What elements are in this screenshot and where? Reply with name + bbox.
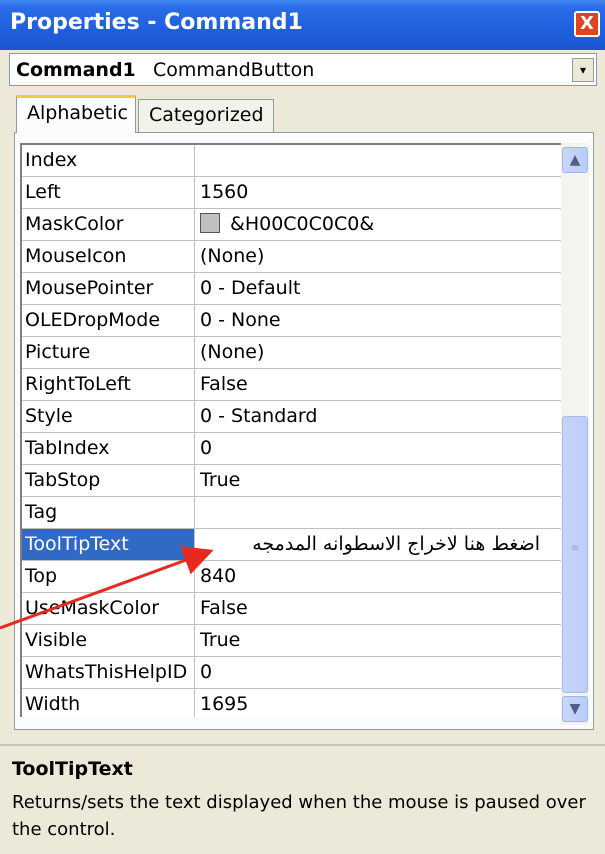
property-value[interactable]: 0 - None bbox=[200, 305, 281, 336]
property-name[interactable]: MouseIcon bbox=[22, 241, 195, 272]
property-value[interactable]: 0 - Standard bbox=[200, 401, 317, 432]
property-grid: Index Left 1560 MaskColor &H00C0C0C0& MouseIc… bbox=[20, 143, 561, 717]
property-row[interactable]: Style 0 - Standard bbox=[22, 401, 561, 433]
property-row[interactable]: MaskColor &H00C0C0C0& bbox=[22, 209, 561, 241]
property-row[interactable]: Picture (None) bbox=[22, 337, 561, 369]
tab-alphabetic[interactable]: Alphabetic bbox=[16, 95, 136, 133]
property-name[interactable]: WhatsThisHelpID bbox=[22, 657, 195, 688]
description-pane: ToolTipText Returns/sets the text displa… bbox=[0, 744, 605, 854]
property-name[interactable]: UseMaskColor bbox=[22, 593, 195, 624]
property-name[interactable]: ToolTipText bbox=[22, 529, 195, 560]
property-value[interactable]: False bbox=[200, 369, 248, 400]
property-name[interactable]: Visible bbox=[22, 625, 195, 656]
property-name[interactable]: MousePointer bbox=[22, 273, 195, 304]
scroll-down-icon[interactable]: ▼ bbox=[562, 696, 588, 722]
property-name[interactable]: Picture bbox=[22, 337, 195, 368]
property-name[interactable]: RightToLeft bbox=[22, 369, 195, 400]
description-text: Returns/sets the text displayed when the… bbox=[12, 792, 586, 840]
property-row[interactable]: Visible True bbox=[22, 625, 561, 657]
property-row[interactable]: WhatsThisHelpID 0 bbox=[22, 657, 561, 689]
property-value[interactable]: (None) bbox=[200, 241, 264, 272]
vertical-scrollbar[interactable]: ▲ ≡ ▼ bbox=[561, 143, 589, 725]
title-bar[interactable]: Properties - Command1 X bbox=[0, 0, 605, 50]
property-name[interactable]: OLEDropMode bbox=[22, 305, 195, 336]
property-name[interactable]: Style bbox=[22, 401, 195, 432]
property-value[interactable]: False bbox=[200, 593, 248, 624]
property-value[interactable]: 840 bbox=[200, 561, 236, 592]
property-name[interactable]: Index bbox=[22, 145, 195, 176]
property-name[interactable]: Top bbox=[22, 561, 195, 592]
property-row[interactable]: RightToLeft False bbox=[22, 369, 561, 401]
property-row[interactable]: TabStop True bbox=[22, 465, 561, 497]
scroll-up-icon[interactable]: ▲ bbox=[562, 147, 588, 173]
property-value[interactable]: 1560 bbox=[200, 177, 248, 208]
property-name[interactable]: TabIndex bbox=[22, 433, 195, 464]
property-name[interactable]: TabStop bbox=[22, 465, 195, 496]
property-row[interactable]: Left 1560 bbox=[22, 177, 561, 209]
object-type: CommandButton bbox=[153, 59, 315, 81]
property-value[interactable]: &H00C0C0C0& bbox=[200, 209, 374, 240]
description-title: ToolTipText bbox=[12, 758, 133, 780]
object-name: Command1 bbox=[16, 59, 136, 81]
property-row[interactable]: Top 840 bbox=[22, 561, 561, 593]
property-value-text: &H00C0C0C0& bbox=[230, 213, 375, 235]
property-row[interactable]: Width 1695 bbox=[22, 689, 561, 717]
property-row[interactable]: TabIndex 0 bbox=[22, 433, 561, 465]
property-value[interactable]: اضغط هنا لاخراج الاسطوانه المدمجه bbox=[200, 529, 540, 560]
property-row[interactable]: Index bbox=[22, 145, 561, 177]
scrollbar-thumb[interactable]: ≡ bbox=[562, 416, 588, 693]
chevron-down-icon[interactable]: ▾ bbox=[572, 58, 594, 82]
window-title: Properties - Command1 bbox=[10, 10, 303, 35]
properties-window: Properties - Command1 X Command1 Command… bbox=[0, 0, 605, 854]
property-row[interactable]: MouseIcon (None) bbox=[22, 241, 561, 273]
property-row[interactable]: UseMaskColor False bbox=[22, 593, 561, 625]
property-value[interactable]: True bbox=[200, 465, 240, 496]
property-value[interactable]: True bbox=[200, 625, 240, 656]
property-value[interactable]: 0 bbox=[200, 657, 212, 688]
property-row[interactable]: Tag bbox=[22, 497, 561, 529]
color-swatch-icon bbox=[200, 213, 220, 233]
property-value[interactable]: 1695 bbox=[200, 689, 248, 717]
property-name[interactable]: MaskColor bbox=[22, 209, 195, 240]
close-button[interactable]: X bbox=[574, 11, 600, 37]
property-row[interactable]: MousePointer 0 - Default bbox=[22, 273, 561, 305]
property-value[interactable]: 0 - Default bbox=[200, 273, 300, 304]
property-row[interactable]: ToolTipText اضغط هنا لاخراج الاسطوانه الم… bbox=[22, 529, 561, 561]
property-name[interactable]: Tag bbox=[22, 497, 195, 528]
object-selector[interactable]: Command1 CommandButton ▾ bbox=[9, 53, 597, 86]
grip-icon: ≡ bbox=[571, 543, 580, 554]
property-value[interactable]: 0 bbox=[200, 433, 212, 464]
property-name[interactable]: Left bbox=[22, 177, 195, 208]
tab-categorized[interactable]: Categorized bbox=[138, 99, 274, 134]
property-name[interactable]: Width bbox=[22, 689, 195, 717]
property-value[interactable]: (None) bbox=[200, 337, 264, 368]
property-row[interactable]: OLEDropMode 0 - None bbox=[22, 305, 561, 337]
